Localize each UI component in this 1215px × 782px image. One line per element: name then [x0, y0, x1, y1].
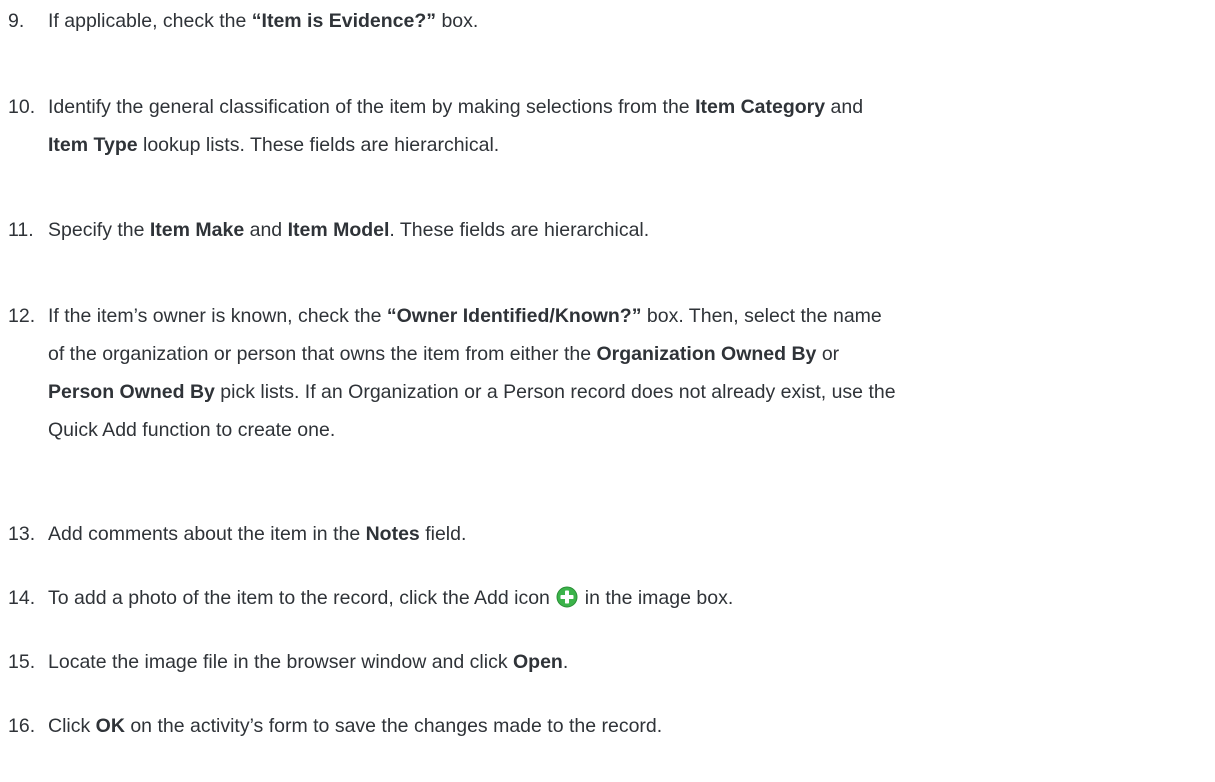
step-line: Add comments about the item in the Notes…	[48, 523, 467, 545]
step-line: Click OK on the activity’s form to save …	[48, 715, 663, 737]
step-number: 11.	[8, 219, 34, 241]
step-line: Locate the image file in the browser win…	[48, 651, 569, 673]
step-text: To add a photo of the item to the record…	[48, 579, 1188, 617]
step-line: Item Type lookup lists. These fields are…	[48, 134, 500, 156]
instruction-steps: 9. If applicable, check the “Item is Evi…	[0, 0, 1215, 782]
step-number: 16.	[8, 715, 36, 737]
step-line: If applicable, check the “Item is Eviden…	[48, 10, 479, 32]
step-number: 15.	[8, 651, 36, 673]
step-text: Locate the image file in the browser win…	[48, 643, 1188, 681]
step-text: If the item’s owner is known, check the …	[48, 297, 1188, 449]
step-number: 12.	[8, 305, 36, 327]
ui-term: Item Category	[695, 96, 826, 118]
ui-term: Open	[513, 651, 563, 673]
ui-term: Item Make	[149, 219, 245, 241]
step-line: Specify the Item Make and Item Model. Th…	[48, 219, 650, 241]
step-text: Click OK on the activity’s form to save …	[48, 707, 1188, 745]
step-text: If applicable, check the “Item is Eviden…	[48, 2, 1188, 40]
step-number: 14.	[8, 587, 36, 609]
step-number: 10.	[8, 96, 36, 118]
step-number: 9.	[8, 10, 25, 32]
ui-term: Person Owned By	[48, 381, 215, 403]
step-line: of the organization or person that owns …	[48, 343, 840, 365]
step-text: Specify the Item Make and Item Model. Th…	[48, 211, 1188, 249]
ui-term: “Owner Identified/Known?”	[386, 305, 642, 327]
add-icon	[556, 583, 578, 608]
step-text: Identify the general classification of t…	[48, 88, 1188, 164]
ui-term: Item Type	[48, 134, 138, 156]
step-line: To add a photo of the item to the record…	[48, 579, 1188, 617]
ui-term: Item Model	[287, 219, 390, 241]
ui-term: “Item is Evidence?”	[251, 10, 437, 32]
step-line: If the item’s owner is known, check the …	[48, 305, 882, 327]
step-number: 13.	[8, 523, 36, 545]
step-line: Quick Add function to create one.	[48, 419, 336, 441]
step-line: Identify the general classification of t…	[48, 96, 864, 118]
step-text: Add comments about the item in the Notes…	[48, 515, 1188, 553]
step-line: Person Owned By pick lists. If an Organi…	[48, 381, 896, 403]
ui-term: Organization Owned By	[596, 343, 817, 365]
ui-term: OK	[95, 715, 125, 737]
ui-term: Notes	[365, 523, 420, 545]
